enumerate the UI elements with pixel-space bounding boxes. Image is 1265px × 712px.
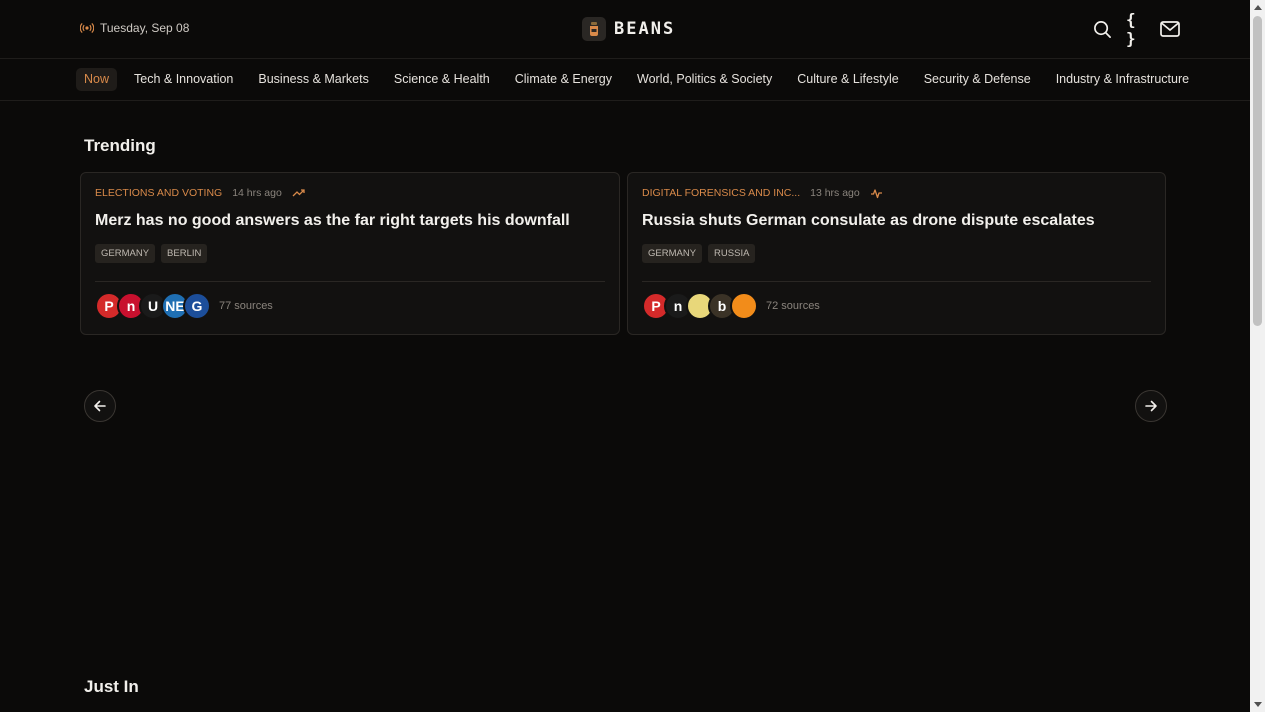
- card-sources[interactable]: Pnb 72 sources: [642, 292, 820, 320]
- tag-chip[interactable]: GERMANY: [95, 244, 156, 263]
- nav-tab-world-politics-society[interactable]: World, Politics & Society: [629, 68, 780, 91]
- page-scrollbar[interactable]: [1250, 0, 1265, 712]
- tag-chip[interactable]: BERLIN: [161, 244, 208, 263]
- card-divider: [642, 281, 1151, 282]
- nav-tab-science-health[interactable]: Science & Health: [386, 68, 498, 91]
- trending-cards: ELECTIONS AND VOTING 14 hrs ago Merz has…: [80, 172, 1166, 335]
- brand-name: BEANS: [614, 19, 676, 39]
- card-sources[interactable]: Pn U NE G 77 sources: [95, 292, 273, 320]
- nav-tab-tech-innovation[interactable]: Tech & Innovation: [126, 68, 241, 91]
- scrollbar-thumb[interactable]: [1253, 16, 1262, 326]
- carousel-prev-button[interactable]: [84, 390, 116, 422]
- braces-icon: { }: [1126, 10, 1136, 48]
- header-actions: { }: [1092, 10, 1180, 48]
- card-category[interactable]: ELECTIONS AND VOTING: [95, 187, 222, 199]
- nav-tab-business-markets[interactable]: Business & Markets: [250, 68, 376, 91]
- mail-icon: [1160, 21, 1180, 37]
- page: Tuesday, Sep 08 BEANS { } Now Tech & Inn…: [0, 0, 1250, 712]
- card-divider: [95, 281, 605, 282]
- card-headline[interactable]: Russia shuts German consulate as drone d…: [642, 211, 1151, 231]
- card-tags: GERMANY RUSSIA: [642, 244, 1151, 263]
- search-icon: [1093, 20, 1111, 38]
- brand[interactable]: BEANS: [582, 17, 675, 41]
- card-category[interactable]: DIGITAL FORENSICS AND INC...: [642, 187, 800, 199]
- trending-up-icon: [292, 187, 306, 199]
- category-nav: Now Tech & Innovation Business & Markets Sc…: [0, 59, 1250, 101]
- tag-chip[interactable]: GERMANY: [642, 244, 703, 263]
- mail-button[interactable]: [1160, 18, 1180, 40]
- triangle-down-icon: [1253, 702, 1262, 707]
- card-time: 14 hrs ago: [232, 187, 282, 199]
- api-button[interactable]: { }: [1126, 10, 1146, 48]
- bean-logo-icon: [582, 17, 606, 41]
- top-header: Tuesday, Sep 08 BEANS { }: [0, 0, 1250, 59]
- nav-tab-now[interactable]: Now: [76, 68, 118, 91]
- card-meta: ELECTIONS AND VOTING 14 hrs ago: [95, 187, 605, 199]
- source-count: 72 sources: [766, 300, 820, 312]
- trending-card[interactable]: DIGITAL FORENSICS AND INC... 13 hrs ago …: [627, 172, 1166, 335]
- activity-icon: [870, 187, 884, 199]
- live-broadcast-icon: [80, 21, 94, 35]
- trending-heading: Trending: [84, 136, 156, 155]
- source-logo-icon: [730, 292, 758, 320]
- nav-tab-climate-energy[interactable]: Climate & Energy: [507, 68, 620, 91]
- card-time: 13 hrs ago: [810, 187, 860, 199]
- search-button[interactable]: [1092, 18, 1112, 40]
- just-in-heading: Just In: [84, 677, 139, 696]
- nav-tab-culture-lifestyle[interactable]: Culture & Lifestyle: [789, 68, 906, 91]
- source-count: 77 sources: [219, 300, 273, 312]
- card-headline[interactable]: Merz has no good answers as the far righ…: [95, 211, 605, 231]
- nav-tab-industry-infrastructure[interactable]: Industry & Infrastructure: [1048, 68, 1197, 91]
- scroll-up-button[interactable]: [1250, 0, 1265, 15]
- arrow-left-icon: [94, 400, 106, 412]
- arrow-right-icon: [1145, 400, 1157, 412]
- scroll-down-button[interactable]: [1250, 697, 1265, 712]
- nav-list: Now Tech & Innovation Business & Markets Sc…: [76, 68, 1203, 91]
- card-tags: GERMANY BERLIN: [95, 244, 605, 263]
- triangle-up-icon: [1253, 5, 1262, 10]
- tag-chip[interactable]: RUSSIA: [708, 244, 756, 263]
- source-logo-icon: G: [183, 292, 211, 320]
- date-text: Tuesday, Sep 08: [100, 21, 190, 35]
- date-display: Tuesday, Sep 08: [80, 21, 189, 35]
- carousel-next-button[interactable]: [1135, 390, 1167, 422]
- nav-tab-security-defense[interactable]: Security & Defense: [916, 68, 1039, 91]
- card-meta: DIGITAL FORENSICS AND INC... 13 hrs ago: [642, 187, 1151, 199]
- trending-card[interactable]: ELECTIONS AND VOTING 14 hrs ago Merz has…: [80, 172, 620, 335]
